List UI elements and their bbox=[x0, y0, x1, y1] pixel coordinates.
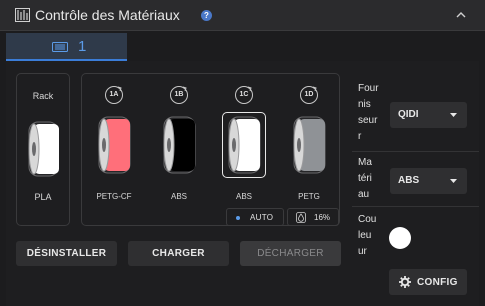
slot-material: PETG-CF bbox=[96, 192, 132, 201]
gear-icon bbox=[399, 276, 411, 288]
auto-label: AUTO bbox=[250, 213, 274, 222]
slot-material: ABS bbox=[170, 192, 187, 201]
color-swatch[interactable] bbox=[389, 227, 411, 249]
slot-id: 1C bbox=[239, 91, 249, 98]
config-button[interactable]: CONFIG bbox=[389, 269, 467, 295]
material-label: Ma téri au bbox=[358, 157, 372, 200]
slot-material: PETG bbox=[298, 192, 320, 201]
rack-material: PLA bbox=[34, 192, 52, 202]
slot-material: ABS bbox=[235, 192, 252, 201]
filament-slots: 1A PETG-CF 1B ABS 1C ABS 1D PETG bbox=[81, 73, 340, 226]
spool-icon bbox=[98, 116, 131, 174]
spool-icon bbox=[163, 116, 196, 174]
spool-icon bbox=[293, 116, 326, 174]
supplier-label: Four nis seur r bbox=[358, 83, 379, 142]
humidity-drop-icon bbox=[296, 212, 306, 223]
status-dot-icon bbox=[236, 216, 240, 220]
caret-down-icon bbox=[450, 179, 457, 183]
panel-header: Contrôle des Matériaux ? bbox=[0, 0, 485, 31]
eject-button[interactable]: DÉCHARGER bbox=[240, 241, 341, 266]
slot-id: 1D bbox=[304, 91, 314, 98]
humidity-indicator: 16% bbox=[287, 208, 339, 226]
filament-unit-icon bbox=[52, 42, 68, 52]
slot-1b[interactable]: 1B ABS bbox=[153, 74, 205, 204]
chevron-up-icon[interactable] bbox=[456, 11, 466, 19]
spool-icon bbox=[28, 121, 59, 177]
material-select[interactable]: ABS bbox=[390, 168, 467, 194]
slot-1a[interactable]: 1A PETG-CF bbox=[88, 74, 140, 204]
field-divider bbox=[352, 206, 479, 207]
auto-toggle[interactable]: AUTO bbox=[226, 208, 284, 226]
load-button[interactable]: CHARGER bbox=[128, 241, 229, 266]
supplier-value: QIDI bbox=[398, 109, 419, 120]
spool-icon bbox=[228, 116, 261, 174]
tab-unit-1[interactable]: 1 bbox=[6, 33, 127, 61]
rack-label: Rack bbox=[32, 91, 54, 101]
supplier-select[interactable]: QIDI bbox=[390, 102, 467, 128]
slot-1c[interactable]: 1C ABS bbox=[218, 74, 270, 204]
slot-id: 1B bbox=[174, 91, 184, 98]
slot-1d[interactable]: 1D PETG bbox=[283, 74, 335, 204]
slot-id: 1A bbox=[109, 91, 119, 98]
config-label: CONFIG bbox=[417, 277, 458, 288]
question-circle-icon[interactable]: ? bbox=[201, 10, 212, 21]
rack-slot[interactable]: Rack PLA bbox=[16, 73, 70, 226]
panel-title: Contrôle des Matériaux bbox=[35, 7, 180, 23]
material-rack-icon bbox=[15, 8, 30, 22]
unload-button[interactable]: DÉSINSTALLER bbox=[16, 241, 117, 266]
color-label: Cou leu ur bbox=[358, 214, 377, 257]
tab-unit-number: 1 bbox=[78, 38, 87, 55]
caret-down-icon bbox=[450, 113, 457, 117]
field-divider bbox=[352, 151, 479, 152]
material-value: ABS bbox=[398, 175, 420, 186]
humidity-value: 16% bbox=[314, 213, 331, 222]
